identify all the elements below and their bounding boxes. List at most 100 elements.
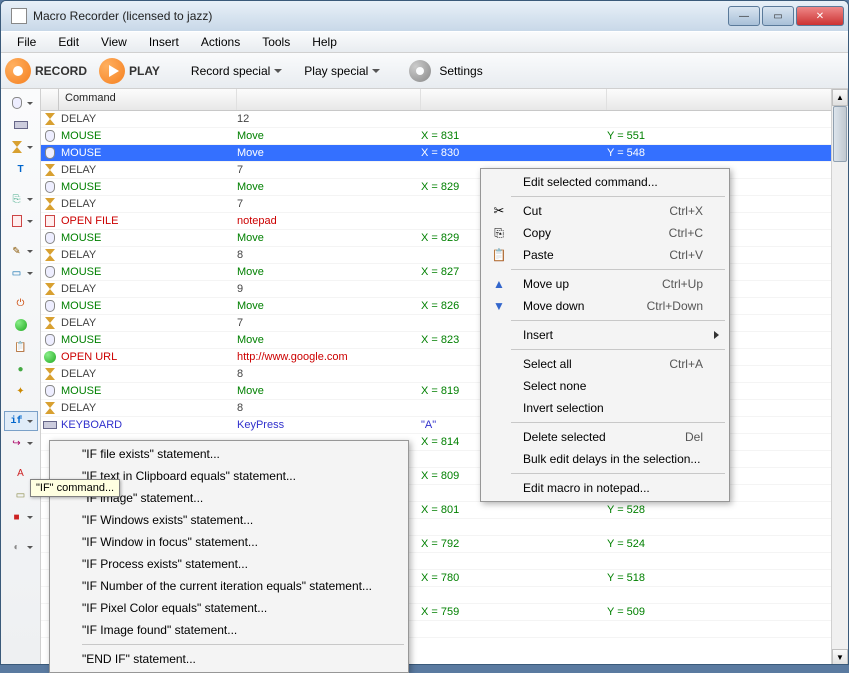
mouse-icon	[45, 300, 55, 312]
cell-param3: Y = 518	[607, 572, 848, 584]
caret-icon	[372, 69, 380, 73]
menu-help[interactable]: Help	[302, 33, 347, 51]
cell-command: DELAY	[59, 198, 237, 210]
toolbox-file[interactable]	[4, 211, 38, 231]
play-button[interactable]	[99, 58, 125, 84]
toolbox-delay[interactable]	[4, 137, 38, 157]
hourglass-icon	[45, 113, 55, 125]
compass-icon: ✦	[13, 383, 29, 399]
toolbox-text[interactable]: T	[4, 159, 38, 179]
cell-param3: Y = 528	[607, 504, 848, 516]
toolbox-pencil[interactable]: ✎	[4, 241, 38, 261]
if-iteration-equals[interactable]: "IF Number of the current iteration equa…	[52, 575, 406, 597]
record-special-dropdown[interactable]: Record special	[182, 60, 291, 82]
menu-actions[interactable]: Actions	[191, 33, 250, 51]
cell-param1: notepad	[237, 215, 421, 227]
ctx-paste[interactable]: 📋PasteCtrl+V	[483, 244, 727, 266]
toolbox-goto[interactable]: ↪	[4, 433, 38, 453]
if-window-in-focus[interactable]: "IF Window in focus" statement...	[52, 531, 406, 553]
record-label[interactable]: RECORD	[35, 64, 87, 78]
cell-command: DELAY	[59, 249, 237, 261]
cell-command: MOUSE	[59, 266, 237, 278]
record-button[interactable]	[5, 58, 31, 84]
scroll-thumb[interactable]	[833, 106, 847, 162]
toolbox-compass[interactable]: ✦	[4, 381, 38, 401]
toolbox-if[interactable]: if	[4, 411, 38, 431]
scroll-down-button[interactable]: ▼	[832, 649, 848, 665]
toolbox-keyboard[interactable]	[4, 115, 38, 135]
settings-icon[interactable]	[409, 60, 431, 82]
ctx-invert-selection[interactable]: Invert selection	[483, 397, 727, 419]
toolbox-stop[interactable]: ■	[4, 507, 38, 527]
close-button[interactable]: ✕	[796, 6, 844, 26]
toolbox-sound[interactable]: ●	[4, 359, 38, 379]
toolbox-clip[interactable]: 📋	[4, 337, 38, 357]
vertical-scrollbar[interactable]: ▲ ▼	[831, 89, 848, 665]
keyboard-icon	[14, 121, 28, 129]
maximize-button[interactable]: ▭	[762, 6, 794, 26]
ctx-select-all[interactable]: Select allCtrl+A	[483, 353, 727, 375]
settings-label[interactable]: Settings	[439, 64, 482, 78]
clipboard-icon: 📋	[13, 339, 29, 355]
scissors-icon: ✂	[489, 203, 509, 219]
grid-row[interactable]: DELAY12	[41, 111, 848, 128]
ctx-edit-selected[interactable]: Edit selected command...	[483, 171, 727, 193]
cell-param2: X = 780	[421, 572, 607, 584]
toolbox-misc[interactable]: ◐	[4, 537, 38, 557]
ctx-copy[interactable]: ⎘CopyCtrl+C	[483, 222, 727, 244]
toolbox-copy[interactable]: ⎘	[4, 189, 38, 209]
submenu-arrow-icon	[714, 331, 719, 339]
scroll-up-button[interactable]: ▲	[832, 89, 848, 106]
ctx-select-none[interactable]: Select none	[483, 375, 727, 397]
cell-param2: X = 759	[421, 606, 607, 618]
play-label[interactable]: PLAY	[129, 64, 160, 78]
play-special-dropdown[interactable]: Play special	[295, 60, 389, 82]
paste-icon: 📋	[489, 248, 509, 262]
menu-insert[interactable]: Insert	[139, 33, 189, 51]
ctx-move-down[interactable]: ▼Move downCtrl+Down	[483, 295, 727, 317]
menu-view[interactable]: View	[91, 33, 137, 51]
ctx-delete-selected[interactable]: Delete selectedDel	[483, 426, 727, 448]
hourglass-icon	[45, 164, 55, 176]
hourglass-icon	[45, 402, 55, 414]
toolbox-globe[interactable]	[4, 315, 38, 335]
grid-row[interactable]: MOUSEMoveX = 830Y = 548	[41, 145, 848, 162]
cell-command: DELAY	[59, 368, 237, 380]
misc-icon: ◐	[9, 539, 25, 555]
minimize-button[interactable]: —	[728, 6, 760, 26]
menu-edit[interactable]: Edit	[48, 33, 89, 51]
cell-command: OPEN FILE	[59, 215, 237, 227]
if-image-found[interactable]: "IF Image found" statement...	[52, 619, 406, 641]
toolbox-mouse[interactable]	[4, 93, 38, 113]
if-file-exists[interactable]: "IF file exists" statement...	[52, 443, 406, 465]
cell-param1: Move	[237, 266, 421, 278]
copy-icon: ⎘	[489, 226, 509, 241]
toolbox-power[interactable]: ⏻	[4, 293, 38, 313]
menubar: File Edit View Insert Actions Tools Help	[1, 31, 848, 53]
cell-command: DELAY	[59, 164, 237, 176]
end-if[interactable]: "END IF" statement...	[52, 648, 406, 670]
hourglass-icon	[45, 198, 55, 210]
ctx-cut[interactable]: ✂CutCtrl+X	[483, 200, 727, 222]
cell-param1: Move	[237, 385, 421, 397]
grid-header-command[interactable]: Command	[59, 89, 237, 110]
ctx-bulk-edit-delays[interactable]: Bulk edit delays in the selection...	[483, 448, 727, 470]
mouse-icon	[45, 232, 55, 244]
toolbox-window[interactable]: ▭	[4, 263, 38, 283]
if-process-exists[interactable]: "IF Process exists" statement...	[52, 553, 406, 575]
menu-file[interactable]: File	[7, 33, 46, 51]
cell-command: MOUSE	[59, 300, 237, 312]
ctx-insert[interactable]: Insert	[483, 324, 727, 346]
ctx-edit-in-notepad[interactable]: Edit macro in notepad...	[483, 477, 727, 499]
cell-param1: Move	[237, 130, 421, 142]
grid-row[interactable]: MOUSEMoveX = 831Y = 551	[41, 128, 848, 145]
if-submenu: "IF file exists" statement... "IF text i…	[49, 440, 409, 673]
ctx-move-up[interactable]: ▲Move upCtrl+Up	[483, 273, 727, 295]
mouse-icon	[45, 181, 55, 193]
menu-tools[interactable]: Tools	[252, 33, 300, 51]
cell-param3: Y = 524	[607, 538, 848, 550]
cell-command: DELAY	[59, 402, 237, 414]
cell-command: MOUSE	[59, 232, 237, 244]
if-windows-exists[interactable]: "IF Windows exists" statement...	[52, 509, 406, 531]
if-pixel-color-equals[interactable]: "IF Pixel Color equals" statement...	[52, 597, 406, 619]
